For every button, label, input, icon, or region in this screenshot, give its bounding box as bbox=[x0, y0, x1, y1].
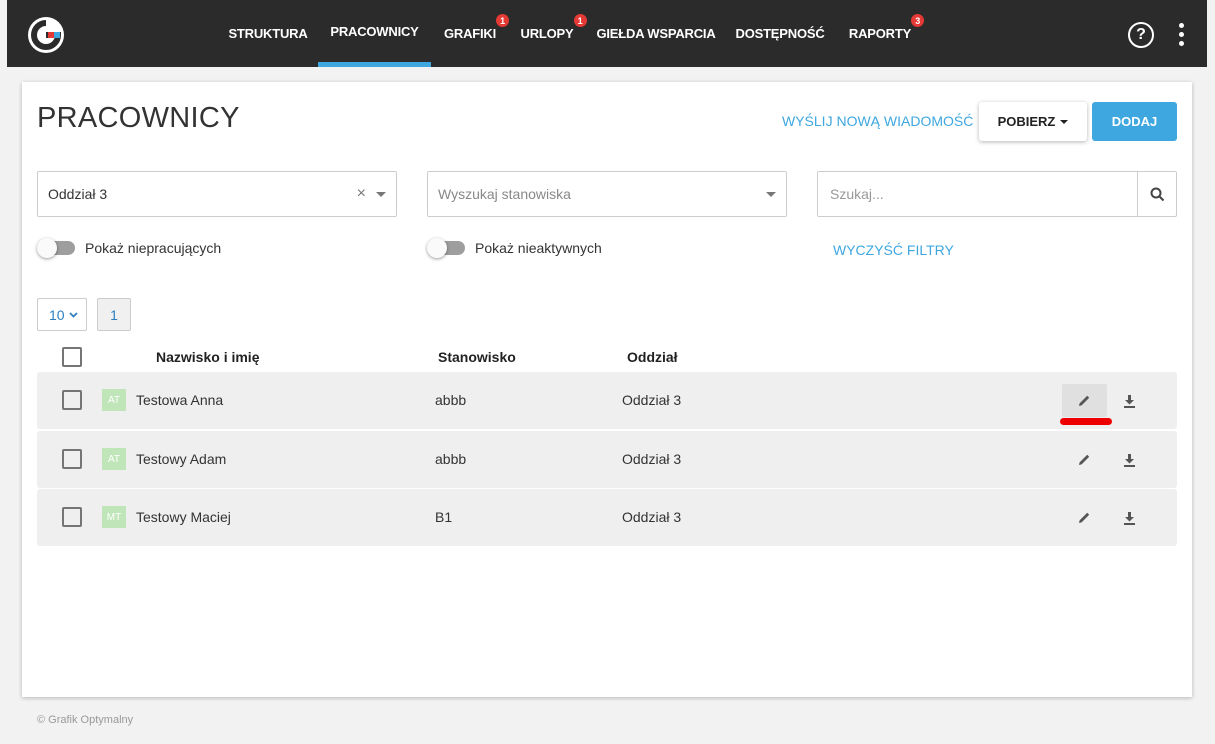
nav-item-dostepnosc[interactable]: DOSTĘPNOŚĆ bbox=[736, 0, 825, 67]
toggle-inactive-switch[interactable] bbox=[427, 238, 465, 258]
download-dropdown-button[interactable]: POBIERZ bbox=[979, 102, 1087, 141]
pencil-icon bbox=[1079, 512, 1090, 523]
more-options-icon[interactable] bbox=[1178, 23, 1184, 47]
employee-department: Oddział 3 bbox=[622, 451, 682, 467]
position-select[interactable]: Wyszukaj stanowiska bbox=[427, 171, 787, 217]
clear-icon[interactable]: × bbox=[357, 185, 366, 203]
employee-name: Testowa Anna bbox=[136, 392, 224, 408]
nav-item-raporty[interactable]: RAPORTY 3 bbox=[849, 0, 925, 67]
nav-item-struktura[interactable]: STRUKTURA bbox=[228, 0, 307, 67]
edit-button[interactable] bbox=[1062, 384, 1107, 417]
download-icon bbox=[1124, 394, 1135, 408]
employee-name: Testowy Adam bbox=[136, 451, 227, 467]
main-nav: STRUKTURA PRACOWNICY GRAFIKI 1 URLOPY 1 GI… bbox=[7, 0, 1207, 67]
search-input[interactable] bbox=[818, 172, 1137, 216]
download-icon bbox=[1124, 453, 1135, 467]
page-size-select[interactable]: 10 bbox=[37, 298, 87, 331]
footer-copyright: © Grafik Optymalny bbox=[37, 714, 134, 726]
avatar: AT bbox=[102, 448, 126, 470]
edit-button[interactable] bbox=[1062, 501, 1107, 534]
table-row[interactable]: AT Testowa Anna abbb Oddział 3 bbox=[37, 372, 1177, 429]
table-header: Nazwisko i imię Stanowisko Oddział bbox=[37, 346, 1177, 368]
employee-name: Testowy Maciej bbox=[136, 509, 231, 525]
annotation-highlight-mark bbox=[1060, 418, 1112, 425]
help-icon[interactable]: ? bbox=[1128, 22, 1154, 48]
department-select[interactable]: Oddział 3 × bbox=[37, 171, 397, 217]
table-row[interactable]: AT Testowy Adam abbb Oddział 3 bbox=[37, 431, 1177, 488]
notification-badge: 1 bbox=[573, 14, 587, 27]
toggle-nonworking-switch[interactable] bbox=[37, 238, 75, 258]
toggle-inactive-row: Pokaż nieaktywnych bbox=[427, 238, 602, 258]
download-icon bbox=[1124, 511, 1135, 525]
clear-filters-link[interactable]: WYCZYŚĆ FILTRY bbox=[833, 242, 954, 258]
nav-item-urlopy[interactable]: URLOPY 1 bbox=[521, 0, 587, 67]
search-button[interactable] bbox=[1137, 172, 1176, 216]
table-row[interactable]: MT Testowy Maciej B1 Oddział 3 bbox=[37, 489, 1177, 546]
column-header-name[interactable]: Nazwisko i imię bbox=[156, 349, 259, 365]
page-number-button[interactable]: 1 bbox=[97, 298, 131, 331]
download-row-button[interactable] bbox=[1107, 443, 1152, 476]
caret-down-icon bbox=[1060, 119, 1069, 124]
nav-item-gielda-wsparcia[interactable]: GIEŁDA WSPARCIA bbox=[596, 0, 715, 67]
employee-position: B1 bbox=[435, 509, 453, 525]
download-row-button[interactable] bbox=[1107, 501, 1152, 534]
search-icon bbox=[1150, 187, 1164, 201]
pencil-icon bbox=[1079, 395, 1090, 406]
send-message-link[interactable]: WYŚLIJ NOWĄ WIADOMOŚĆ bbox=[782, 113, 973, 129]
chevron-down-icon bbox=[68, 311, 78, 318]
column-header-position[interactable]: Stanowisko bbox=[438, 349, 516, 365]
page-title: PRACOWNICY bbox=[37, 102, 240, 134]
row-checkbox[interactable] bbox=[62, 390, 82, 410]
dropdown-arrow-icon[interactable] bbox=[376, 192, 386, 197]
add-button[interactable]: DODAJ bbox=[1092, 102, 1177, 141]
avatar: AT bbox=[102, 389, 126, 411]
download-row-button[interactable] bbox=[1107, 384, 1152, 417]
search-box bbox=[817, 171, 1177, 217]
pencil-icon bbox=[1079, 454, 1090, 465]
notification-badge: 1 bbox=[496, 14, 510, 27]
toggle-inactive-label: Pokaż nieaktywnych bbox=[475, 240, 602, 256]
column-header-department[interactable]: Oddział bbox=[627, 349, 678, 365]
avatar: MT bbox=[102, 506, 126, 528]
row-checkbox[interactable] bbox=[62, 507, 82, 527]
employee-department: Oddział 3 bbox=[622, 392, 682, 408]
row-checkbox[interactable] bbox=[62, 449, 82, 469]
nav-item-pracownicy[interactable]: PRACOWNICY bbox=[318, 0, 431, 67]
toggle-nonworking-row: Pokaż niepracujących bbox=[37, 238, 222, 258]
nav-item-grafiki[interactable]: GRAFIKI 1 bbox=[444, 0, 510, 67]
notification-badge: 3 bbox=[911, 14, 925, 27]
top-navigation-bar: STRUKTURA PRACOWNICY GRAFIKI 1 URLOPY 1 GI… bbox=[7, 0, 1207, 67]
edit-button[interactable] bbox=[1062, 443, 1107, 476]
employees-card: PRACOWNICY WYŚLIJ NOWĄ WIADOMOŚĆ POBIERZ… bbox=[22, 82, 1192, 697]
select-all-checkbox[interactable] bbox=[62, 347, 82, 367]
employee-position: abbb bbox=[435, 392, 467, 408]
toggle-nonworking-label: Pokaż niepracujących bbox=[85, 240, 222, 256]
employee-position: abbb bbox=[435, 451, 467, 467]
dropdown-arrow-icon[interactable] bbox=[766, 192, 776, 197]
employee-department: Oddział 3 bbox=[622, 509, 682, 525]
